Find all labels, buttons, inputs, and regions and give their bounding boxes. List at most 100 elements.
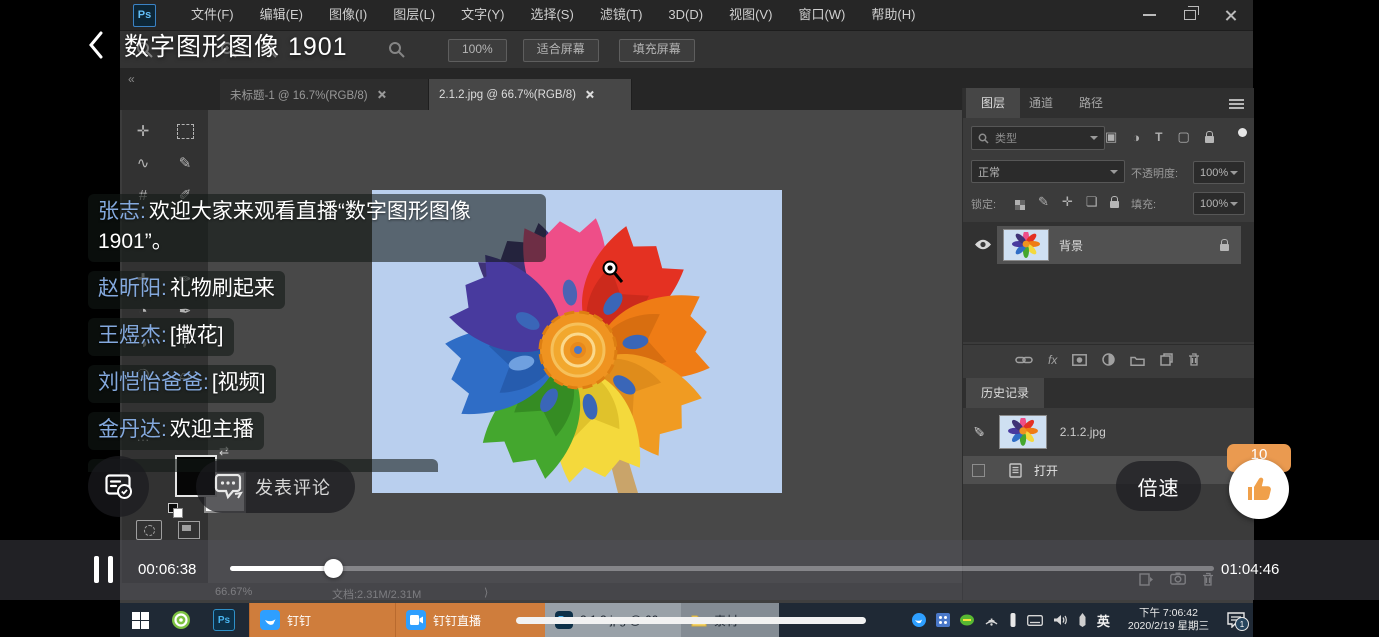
new-layer-icon[interactable] bbox=[1160, 353, 1173, 366]
menu-window[interactable]: 窗口(W) bbox=[785, 0, 858, 30]
comment-list-icon bbox=[105, 474, 133, 500]
tab-paths[interactable]: 路径 bbox=[1079, 88, 1103, 118]
layer-filter-select[interactable]: 类型 bbox=[971, 126, 1105, 150]
lock-position-icon[interactable]: ✛ bbox=[1062, 194, 1073, 210]
opacity-value[interactable]: 100% bbox=[1193, 161, 1245, 184]
quick-mask-icon[interactable] bbox=[136, 520, 162, 540]
lock-artboard-icon[interactable]: ❏ bbox=[1086, 194, 1098, 210]
tab-close-icon[interactable] bbox=[377, 90, 386, 99]
history-source-checkbox[interactable] bbox=[972, 464, 985, 477]
menu-layer[interactable]: 图层(L) bbox=[380, 0, 448, 30]
playback-speed-button[interactable]: 倍速 bbox=[1116, 461, 1201, 511]
filter-shape-icon[interactable]: ▢ bbox=[1178, 129, 1190, 145]
tray-network-icon[interactable] bbox=[984, 614, 999, 626]
search-icon bbox=[978, 133, 989, 144]
menu-3d[interactable]: 3D(D) bbox=[655, 0, 716, 30]
browser-taskbar-icon[interactable] bbox=[171, 610, 191, 630]
quick-select-tool-icon[interactable]: ✎ bbox=[165, 146, 205, 180]
tray-keyboard-icon[interactable] bbox=[1027, 615, 1043, 626]
minimize-icon[interactable] bbox=[1143, 14, 1156, 16]
tab-channels[interactable]: 通道 bbox=[1029, 88, 1053, 118]
chat-message: 赵昕阳:礼物刷起来 bbox=[88, 271, 578, 309]
tray-pen-icon[interactable] bbox=[1078, 613, 1087, 627]
menu-file[interactable]: 文件(F) bbox=[178, 0, 247, 30]
ime-indicator[interactable]: 英 bbox=[1097, 611, 1110, 630]
marquee-tool-icon[interactable] bbox=[165, 114, 205, 148]
layer-row-background[interactable]: 背景 bbox=[997, 226, 1241, 264]
layer-mask-icon[interactable] bbox=[1072, 354, 1087, 366]
panel-menu-icon[interactable] bbox=[1229, 99, 1244, 101]
layers-panel-footer: fx bbox=[963, 344, 1254, 374]
chevron-down-icon bbox=[1090, 136, 1098, 140]
taskbar-app-dingtalk[interactable]: 钉钉 bbox=[249, 603, 395, 637]
taskbar-clock[interactable]: 下午 7:06:42 2020/2/19 星期三 bbox=[1128, 607, 1209, 633]
collapse-panels-icon[interactable]: « bbox=[128, 72, 135, 86]
back-button[interactable] bbox=[88, 31, 104, 59]
menu-edit[interactable]: 编辑(E) bbox=[247, 0, 316, 30]
screen-mode-icon[interactable] bbox=[178, 521, 200, 539]
lock-all-icon[interactable] bbox=[1110, 201, 1119, 208]
filter-toggle-icon[interactable] bbox=[1238, 128, 1247, 137]
menu-select[interactable]: 选择(S) bbox=[517, 0, 586, 30]
tray-grid-icon[interactable] bbox=[936, 613, 950, 627]
current-time: 00:06:38 bbox=[138, 561, 196, 578]
pause-button[interactable] bbox=[94, 556, 113, 583]
tab-close-icon[interactable] bbox=[585, 90, 594, 99]
menu-help[interactable]: 帮助(H) bbox=[858, 0, 928, 30]
zoom-100-button[interactable]: 100% bbox=[448, 39, 507, 62]
restore-icon[interactable] bbox=[1184, 10, 1196, 20]
home-indicator[interactable] bbox=[516, 617, 866, 624]
new-group-icon[interactable] bbox=[1130, 354, 1145, 366]
photoshop-taskbar-icon[interactable]: Ps bbox=[213, 609, 235, 631]
tab-212jpg[interactable]: 2.1.2.jpg @ 66.7%(RGB/8) bbox=[429, 79, 632, 110]
close-icon[interactable] bbox=[1224, 9, 1237, 22]
menu-image[interactable]: 图像(I) bbox=[316, 0, 380, 30]
history-snapshot-row[interactable]: ✐ 2.1.2.jpg bbox=[963, 412, 1254, 452]
tray-dingtalk-icon[interactable] bbox=[912, 613, 926, 627]
history-brush-source-icon[interactable]: ✐ bbox=[973, 424, 985, 441]
filter-type-icon[interactable]: T bbox=[1155, 130, 1162, 144]
move-tool-icon[interactable]: ✛ bbox=[123, 114, 163, 148]
lock-pixels-icon[interactable]: ✎ bbox=[1038, 194, 1049, 210]
thumbs-up-icon bbox=[1244, 474, 1274, 504]
post-comment-button[interactable]: 发表评论 bbox=[196, 460, 355, 513]
tray-usb-icon[interactable] bbox=[1009, 613, 1017, 627]
blend-mode-select[interactable]: 正常 bbox=[971, 160, 1125, 183]
scrubby-zoom-icon[interactable] bbox=[388, 41, 406, 59]
tray-green-icon[interactable] bbox=[960, 613, 974, 627]
layer-style-icon[interactable]: fx bbox=[1048, 353, 1057, 367]
snapshot-name: 2.1.2.jpg bbox=[1060, 425, 1106, 439]
progress-thumb[interactable] bbox=[324, 559, 343, 578]
fill-value[interactable]: 100% bbox=[1193, 192, 1245, 215]
notification-center-icon[interactable]: 1 bbox=[1227, 612, 1245, 628]
filter-adjustment-icon[interactable]: ◑ bbox=[1132, 130, 1140, 145]
progress-bar[interactable] bbox=[230, 566, 1214, 571]
total-time: 01:04:46 bbox=[1221, 561, 1279, 578]
layer-visibility-icon[interactable] bbox=[974, 239, 992, 250]
comment-list-button[interactable] bbox=[88, 456, 149, 517]
like-button[interactable] bbox=[1229, 459, 1289, 519]
lasso-tool-icon[interactable]: ∿ bbox=[123, 146, 163, 180]
tab-layers[interactable]: 图层 bbox=[966, 88, 1020, 118]
chat-username: 金丹达: bbox=[98, 418, 167, 441]
menu-type[interactable]: 文字(Y) bbox=[448, 0, 517, 30]
start-button-icon[interactable] bbox=[132, 612, 149, 629]
menu-filter[interactable]: 滤镜(T) bbox=[587, 0, 656, 30]
tab-history[interactable]: 历史记录 bbox=[966, 378, 1044, 408]
tray-volume-icon[interactable] bbox=[1053, 614, 1068, 626]
window-controls bbox=[1143, 0, 1237, 30]
delete-layer-icon[interactable] bbox=[1188, 353, 1200, 366]
default-colors-icon[interactable] bbox=[168, 503, 178, 513]
fit-screen-button[interactable]: 适合屏幕 bbox=[523, 39, 599, 62]
fill-screen-button[interactable]: 填充屏幕 bbox=[619, 39, 695, 62]
adjustment-layer-icon[interactable] bbox=[1102, 353, 1115, 366]
lock-transparency-icon[interactable] bbox=[1015, 200, 1020, 205]
link-layers-icon[interactable] bbox=[1015, 355, 1033, 365]
photoshop-logo: Ps bbox=[133, 4, 156, 27]
filter-pixel-icon[interactable]: ▣ bbox=[1105, 129, 1117, 145]
comment-bubble-icon bbox=[214, 474, 244, 500]
history-step-open[interactable]: 打开 bbox=[963, 456, 1254, 484]
tab-untitled[interactable]: 未标题-1 @ 16.7%(RGB/8) bbox=[220, 79, 429, 110]
filter-smartobject-icon[interactable] bbox=[1205, 136, 1214, 143]
menu-view[interactable]: 视图(V) bbox=[716, 0, 785, 30]
